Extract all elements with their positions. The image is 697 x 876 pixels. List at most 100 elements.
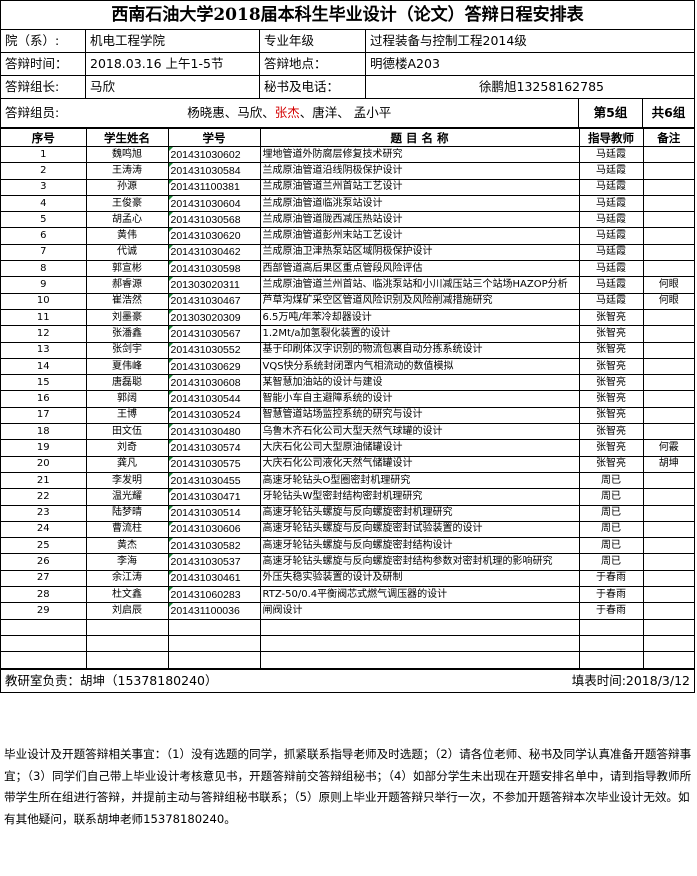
empty-cell [1,651,87,669]
student-name: 刘启辰 [85,602,169,620]
empty-row [1,634,694,653]
empty-cell [167,651,261,669]
remark [642,569,694,588]
student-id: 201303020311 [167,276,261,294]
table-row: 2 王涛涛 201431030584 兰成原油管道沿线阴极保护设计 马廷霞 [1,162,694,180]
student-name: 李发明 [85,471,169,490]
topic-title: 基于印刷体汉字识别的物流包裹自动分拣系统设计 [259,341,580,359]
group-number: 第5组 [579,99,643,127]
student-name: 龚凡 [85,455,169,473]
student-name: 夏伟峰 [85,357,169,376]
remark: 何眼 [642,292,694,310]
advisor: 马廷霞 [578,211,644,229]
student-name: 郭阔 [85,390,169,408]
table-header-row: 序号 学生姓名 学号 题 目 名 称 指导教师 备注 [1,128,694,147]
remark [642,145,694,164]
remark [642,227,694,245]
student-name: 孙源 [85,178,169,196]
remark [642,357,694,376]
row-index: 19 [1,439,87,457]
topic-title: 大庆石化公司液化天然气储罐设计 [259,455,580,473]
topic-title: 智慧管道站场监控系统的研究与设计 [259,406,580,425]
student-name: 唐磊聪 [85,374,169,392]
topic-title: 兰成原油管道临洮泵站设计 [259,194,580,213]
table-row: 8 郭宣彬 201431030598 西部管道高后果区重点管段风险评估 马廷霞 [1,260,694,278]
table-row: 23 陆梦晴 201431030514 高速牙轮钻头螺旋与反向螺旋密封机理研究 周已 [1,504,694,522]
student-id: 201431030461 [167,569,261,588]
empty-cell [642,634,694,653]
table-body: 1 魏鸣旭 201431030602 埋地管道外防腐层修复技术研究 马廷霞 2 王涛涛 201… [1,145,694,669]
student-name: 张潘鑫 [85,325,169,343]
student-name: 余江涛 [85,569,169,588]
table-row: 19 刘奇 201431030574 大庆石化公司大型原油储罐设计 张智亮 何霰 [1,439,694,457]
table-row: 3 孙源 201431100381 兰成原油管道兰州首站工艺设计 马廷霞 [1,178,694,196]
topic-title: 兰成原油管道彭州末站工艺设计 [259,227,580,245]
office-contact: 教研室负责：胡坤（15378180240） [5,672,218,688]
empty-cell [167,634,261,653]
student-id: 201431030524 [167,406,261,425]
empty-cell [1,618,87,636]
empty-row [1,618,694,636]
student-name: 陆梦晴 [85,504,169,522]
student-name: 黄杰 [85,537,169,555]
advisor: 张智亮 [578,325,644,343]
row-index: 27 [1,569,87,588]
student-name: 刘墨豪 [85,308,169,327]
row-index: 1 [1,145,87,164]
topic-title: 高速牙轮钻头O型圈密封机理研究 [259,471,580,490]
table-row: 27 余江涛 201431030461 外压失稳实验装置的设计及研制 于春雨 [1,569,694,588]
table-row: 28 杜文鑫 201431060283 RTZ-50/0.4平衡阀芯式燃气调压器的设计… [1,586,694,604]
student-id: 201431030606 [167,520,261,539]
remark [642,308,694,327]
student-id: 201431030462 [167,243,261,262]
student-id: 201431030537 [167,553,261,571]
remark [642,178,694,196]
student-name: 王涛涛 [85,162,169,180]
student-id: 201431030455 [167,471,261,490]
table-row: 21 李发明 201431030455 高速牙轮钻头O型圈密封机理研究 周已 [1,471,694,490]
row-index: 17 [1,406,87,425]
topic-title: 高速牙轮钻头螺旋与反向螺旋密封结构参数对密封机理的影响研究 [259,553,580,571]
empty-cell [642,651,694,669]
row-index: 4 [1,194,87,213]
student-name: 王博 [85,406,169,425]
table-row: 26 李海 201431030537 高速牙轮钻头螺旋与反向螺旋密封结构参数对密封机理… [1,553,694,571]
table-row: 11 刘墨豪 201303020309 6.5万吨/年苯冷却器设计 张智亮 [1,308,694,327]
student-name: 魏鸣旭 [85,145,169,164]
student-id: 201431030467 [167,292,261,310]
topic-title: 智能小车自主避障系统的设计 [259,390,580,408]
student-name: 曹流柱 [85,520,169,539]
row-index: 3 [1,178,87,196]
topic-title: 兰成原油卫津热泵站区域阴极保护设计 [259,243,580,262]
empty-row [1,651,694,669]
student-id: 201431030604 [167,194,261,213]
advisor: 周已 [578,520,644,539]
advisor: 周已 [578,488,644,506]
remark [642,325,694,343]
table-row: 29 刘启辰 201431100036 闸阀设计 于春雨 [1,602,694,620]
advisor: 于春雨 [578,586,644,604]
remark: 何眼 [642,276,694,294]
student-id: 201431030552 [167,341,261,359]
row-index: 14 [1,357,87,376]
row-index: 22 [1,488,87,506]
time-value: 2018.03.16 上午1-5节 [86,53,260,75]
student-name: 刘奇 [85,439,169,457]
topic-title: 高速牙轮钻头螺旋与反向螺旋密封结构设计 [259,537,580,555]
empty-cell [167,618,261,636]
table-row: 25 黄杰 201431030582 高速牙轮钻头螺旋与反向螺旋密封结构设计 周已 [1,537,694,555]
row-index: 28 [1,586,87,604]
topic-title: 6.5万吨/年苯冷却器设计 [259,308,580,327]
row-index: 20 [1,455,87,473]
advisor: 马廷霞 [578,145,644,164]
advisor: 马廷霞 [578,162,644,180]
row-index: 26 [1,553,87,571]
topic-title: 1.2Mt/a加氢裂化装置的设计 [259,325,580,343]
advisor: 张智亮 [578,390,644,408]
row-index: 29 [1,602,87,620]
advisor: 张智亮 [578,308,644,327]
remark [642,194,694,213]
header-advisor: 指导教师 [578,128,644,147]
header-topic: 题 目 名 称 [259,128,580,147]
leader-label: 答辩组长: [1,76,86,98]
